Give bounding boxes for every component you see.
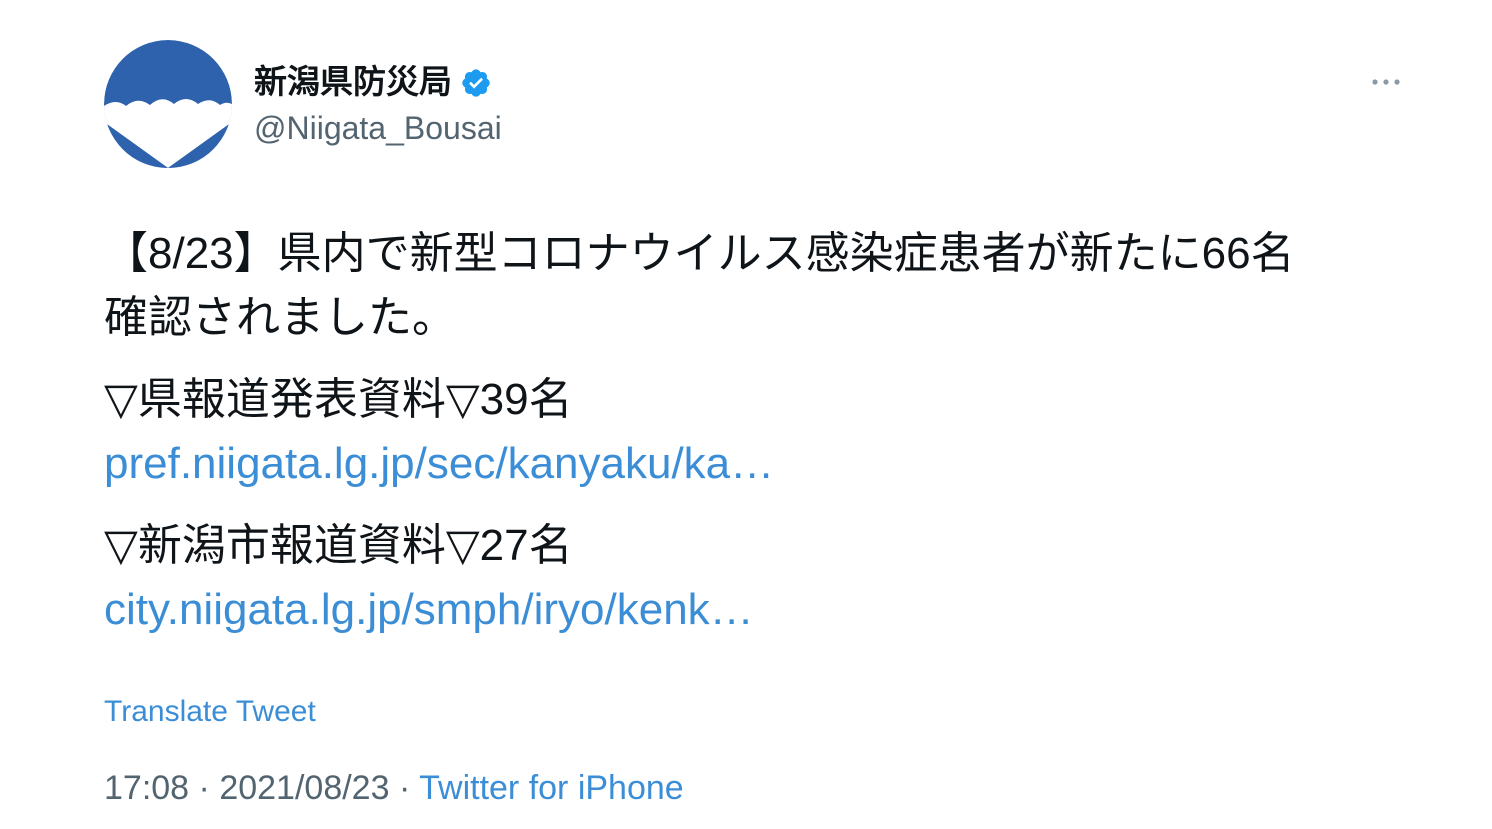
translate-tweet-link[interactable]: Translate Tweet bbox=[104, 692, 316, 732]
display-name-text: 新潟県防災局 bbox=[254, 63, 452, 100]
tweet-metadata: 17:08 · 2021/08/23 · Twitter for iPhone bbox=[104, 766, 684, 810]
city-release-link[interactable]: city.niigata.lg.jp/smph/iryo/kenk… bbox=[104, 585, 754, 634]
tweet-source-link[interactable]: Twitter for iPhone bbox=[419, 769, 684, 807]
city-release-label: ▽新潟市報道資料▽27名 bbox=[104, 521, 573, 570]
tweet-card: 新潟県防災局 @Niigata_Bousai 【8/23】県内で新型コロナウイル… bbox=[0, 0, 1492, 829]
more-options-button[interactable] bbox=[1366, 68, 1406, 96]
pref-release-link[interactable]: pref.niigata.lg.jp/sec/kanyaku/ka… bbox=[104, 439, 774, 488]
avatar[interactable] bbox=[104, 40, 232, 168]
tweet-body: 【8/23】県内で新型コロナウイルス感染症患者が新たに66名 確認されました。 … bbox=[104, 222, 1434, 642]
display-name[interactable]: 新潟県防災局 bbox=[254, 60, 492, 104]
meta-separator: · bbox=[398, 769, 411, 807]
ellipsis-icon bbox=[1372, 79, 1400, 85]
niigata-logo-icon bbox=[104, 40, 232, 168]
meta-separator: · bbox=[198, 769, 210, 807]
verified-badge-icon bbox=[460, 66, 492, 98]
tweet-date[interactable]: 2021/08/23 bbox=[219, 769, 389, 807]
tweet-text-line: 【8/23】県内で新型コロナウイルス感染症患者が新たに66名 bbox=[104, 229, 1295, 278]
tweet-text-line: 確認されました。 bbox=[104, 293, 456, 342]
tweet-time[interactable]: 17:08 bbox=[104, 769, 189, 807]
user-handle[interactable]: @Niigata_Bousai bbox=[254, 106, 502, 150]
pref-release-label: ▽県報道発表資料▽39名 bbox=[104, 375, 573, 424]
